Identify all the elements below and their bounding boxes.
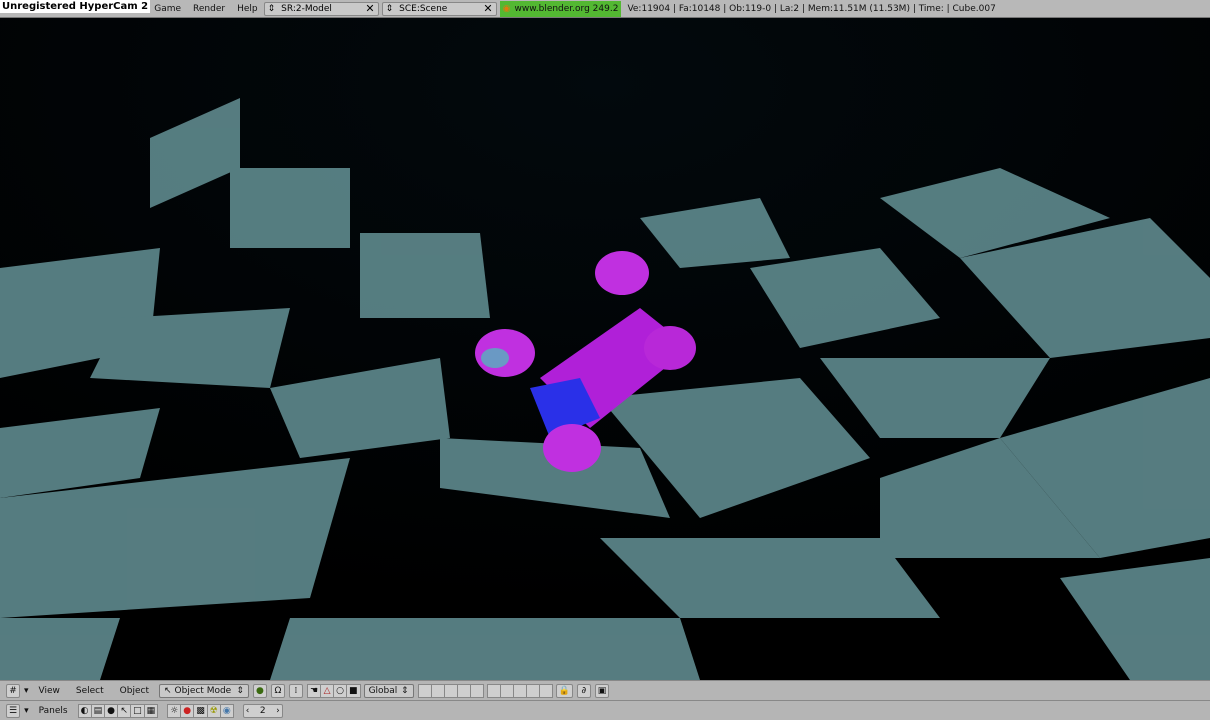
rotate-icon[interactable]: ○ [333,683,348,698]
3d-viewport[interactable] [0,18,1210,680]
hand-icon[interactable]: ☚ [306,683,322,698]
3d-view-header: # ▾ View Select Object ↖ Object Mode ⇕ ● Ω… [0,680,1210,700]
layer-buttons-1[interactable] [417,683,484,698]
frame-value: 2 [259,705,266,716]
scene-icon[interactable]: ▦ [143,703,159,718]
menu-object[interactable]: Object [114,686,155,696]
scene-stats: Ve:11904 | Fa:10148 | Ob:119-0 | La:2 | … [627,3,996,14]
lamp-icon[interactable]: ☼ [167,703,182,718]
texture-icon[interactable]: ▩ [193,703,208,718]
menu-render[interactable]: Render [187,4,231,14]
hypercam-watermark: Unregistered HyperCam 2 [0,0,151,13]
menu-select[interactable]: Select [70,686,110,696]
world-icon[interactable]: ◉ [219,703,234,718]
blender-link[interactable]: ◉ www.blender.org 249.2 [499,0,622,17]
link-text: www.blender.org 249.2 [514,3,619,14]
info-header: line Game Render Help ⇕SR:2-Model✕ ⇕SCE:… [0,0,1210,18]
menu-game[interactable]: Game [148,4,187,14]
editor-type-button[interactable]: ☰ [6,703,21,718]
render-icon[interactable]: ▣ [594,683,610,698]
lock-icon[interactable]: 🔒 [555,683,573,698]
frame-field[interactable]: ‹ 2 › [242,703,283,718]
rendered-scene [0,18,1210,680]
editing-icon[interactable]: □ [130,703,145,718]
orientation-label: Global [368,685,398,696]
screen-name: SR:2-Model [281,3,332,14]
material-icon[interactable]: ● [180,703,195,718]
menu-help[interactable]: Help [231,4,264,14]
orientation-select[interactable]: Global ⇕ [363,683,414,698]
draw-type-button[interactable]: ● [252,683,267,698]
object-mode-icon: ↖ [163,685,172,696]
panels-label[interactable]: Panels [33,706,74,716]
collapse-icon[interactable]: ▾ [24,686,29,696]
blender-logo-icon: ◉ [502,3,511,14]
scale-icon[interactable]: ■ [346,683,361,698]
object-icon[interactable]: ↖ [117,703,132,718]
link-icon[interactable]: ∂ [576,683,591,698]
scene-selector[interactable]: ⇕ SCE:Scene ✕ [381,1,497,16]
shading-icon[interactable]: ● [104,703,119,718]
screen-selector[interactable]: ⇕ SR:2-Model ✕ [263,1,379,16]
menu-view[interactable]: View [33,686,66,696]
close-icon[interactable]: ✕ [483,2,492,15]
collapse-icon[interactable]: ▾ [24,706,29,716]
scene-name: SCE:Scene [399,3,448,14]
buttons-header: ☰ ▾ Panels ◐ ▤ ● ↖ □ ▦ ☼ ● ▩ ☢ ◉ ‹ 2 › [0,700,1210,720]
script-icon[interactable]: ▤ [90,703,106,718]
close-icon[interactable]: ✕ [365,2,374,15]
logic-icon[interactable]: ◐ [77,703,92,718]
pivot-button[interactable]: Ω [270,683,285,698]
mode-select[interactable]: ↖ Object Mode ⇕ [158,683,249,698]
radiosity-icon[interactable]: ☢ [206,703,221,718]
mode-label: Object Mode [174,685,232,696]
layer-buttons-2[interactable] [486,683,553,698]
translate-icon[interactable]: △ [320,683,335,698]
widget-toggle[interactable]: ⁞ [288,683,303,698]
editor-type-button[interactable]: # [6,683,20,698]
